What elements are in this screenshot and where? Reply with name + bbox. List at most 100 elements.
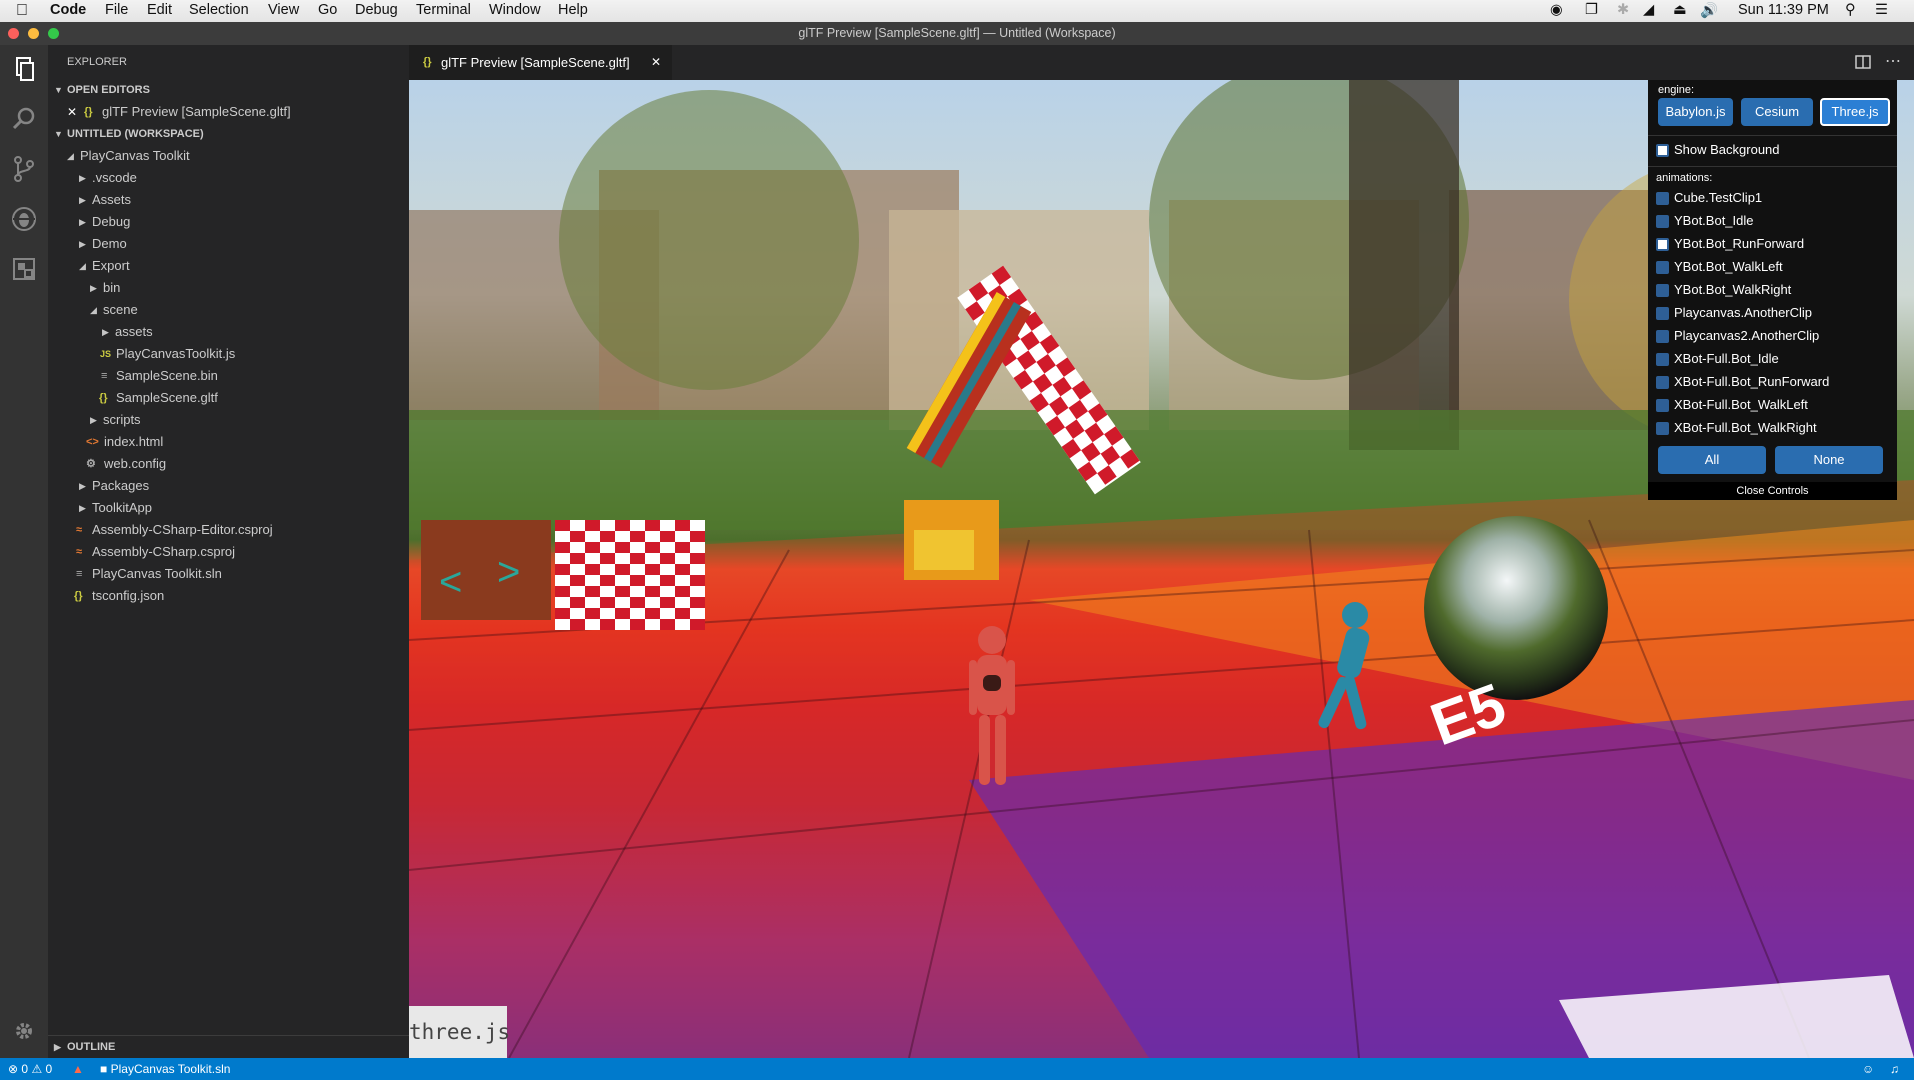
spotlight-icon[interactable]: ⚲ <box>1845 2 1856 18</box>
menu-edit[interactable]: Edit <box>147 2 172 18</box>
zoom-window-button[interactable] <box>48 28 59 39</box>
menu-clock[interactable]: Sun 11:39 PM <box>1738 2 1829 18</box>
chevron-down-icon: ▼ <box>54 129 63 139</box>
tree-folder-scene[interactable]: ◢ scene <box>48 299 409 321</box>
animation-checkbox[interactable] <box>1656 422 1669 435</box>
wifi-icon[interactable]: ◢ <box>1643 2 1654 18</box>
menu-debug[interactable]: Debug <box>355 2 398 18</box>
tree-folder-export[interactable]: ◢ Export <box>48 255 409 277</box>
notification-center-icon[interactable]: ☰ <box>1875 2 1888 18</box>
explorer-title: EXPLORER <box>67 56 127 68</box>
open-editor-item[interactable]: ✕ {} glTF Preview [SampleScene.gltf] <box>48 101 409 123</box>
tree-folder-demo[interactable]: ▶ Demo <box>48 233 409 255</box>
outline-header[interactable]: ▶ OUTLINE <box>48 1035 409 1058</box>
menu-help[interactable]: Help <box>558 2 588 18</box>
tree-label: PlayCanvas Toolkit.sln <box>92 566 222 581</box>
display-icon[interactable]: ❐ <box>1585 2 1598 18</box>
nvidia-icon[interactable]: ◉ <box>1550 2 1563 18</box>
tree-file-web-config[interactable]: ⚙ web.config <box>48 453 409 475</box>
menu-go[interactable]: Go <box>318 2 337 18</box>
flame-icon[interactable]: ▲ <box>72 1058 84 1080</box>
tree-folder-scripts[interactable]: ▶ scripts <box>48 409 409 431</box>
tree-file-samplescene-bin[interactable]: ≡ SampleScene.bin <box>48 365 409 387</box>
show-background-label: Show Background <box>1674 142 1780 157</box>
tree-file-tsconfig-json[interactable]: {} tsconfig.json <box>48 585 409 607</box>
notifications-bell-icon[interactable]: ♫ <box>1890 1058 1899 1080</box>
engine-threejs-button[interactable]: Three.js <box>1820 98 1890 126</box>
explorer-sidebar: EXPLORER ▼ OPEN EDITORS ✕ {} glTF Previe… <box>48 45 409 1058</box>
source-control-icon[interactable] <box>8 153 40 185</box>
search-icon[interactable] <box>8 103 40 135</box>
folder-icon: ■ <box>100 1062 108 1076</box>
errors-status[interactable]: ⊗ 0 ⚠ 0 <box>8 1058 52 1080</box>
tree-file-sln[interactable]: ≡ PlayCanvas Toolkit.sln <box>48 563 409 585</box>
close-icon[interactable]: ✕ <box>67 101 77 123</box>
warning-icon: ⚠ <box>31 1062 43 1076</box>
feedback-smiley-icon[interactable]: ☺ <box>1862 1058 1874 1080</box>
tree-label: bin <box>103 280 121 295</box>
animation-checkbox[interactable] <box>1656 192 1669 205</box>
close-controls-button[interactable]: Close Controls <box>1648 482 1897 500</box>
status-bar: ⊗ 0 ⚠ 0 ▲ ■ PlayCanvas Toolkit.sln ☺ ♫ <box>0 1058 1914 1080</box>
svg-text:<: < <box>439 560 462 604</box>
animation-checkbox[interactable] <box>1656 376 1669 389</box>
html-file-icon: <> <box>86 436 99 448</box>
workspace-header[interactable]: ▼ UNTITLED (WORKSPACE) <box>48 123 409 145</box>
split-editor-icon[interactable] <box>1855 55 1871 69</box>
animation-checkbox[interactable] <box>1656 284 1669 297</box>
select-all-animations-button[interactable]: All <box>1658 446 1766 474</box>
animation-checkbox[interactable] <box>1656 215 1669 228</box>
tree-file-csharp-editor-csproj[interactable]: ≈ Assembly-CSharp-Editor.csproj <box>48 519 409 541</box>
tree-folder-assets-sub[interactable]: ▶ assets <box>48 321 409 343</box>
tree-file-samplescene-gltf[interactable]: {} SampleScene.gltf <box>48 387 409 409</box>
animation-label: XBot-Full.Bot_RunForward <box>1674 374 1830 389</box>
extensions-icon[interactable] <box>8 253 40 285</box>
workspace-label: UNTITLED (WORKSPACE) <box>67 128 204 140</box>
open-editors-header[interactable]: ▼ OPEN EDITORS <box>48 79 409 101</box>
engine-babylon-button[interactable]: Babylon.js <box>1658 98 1733 126</box>
menu-view[interactable]: View <box>268 2 299 18</box>
tree-folder-bin[interactable]: ▶ bin <box>48 277 409 299</box>
explorer-files-icon[interactable] <box>8 53 40 85</box>
menu-file[interactable]: File <box>105 2 128 18</box>
bluetooth-icon[interactable]: ✱ <box>1617 2 1629 18</box>
menu-window[interactable]: Window <box>489 2 541 18</box>
settings-gear-icon[interactable] <box>8 1015 40 1047</box>
menu-selection[interactable]: Selection <box>189 2 249 18</box>
json-file-icon: {} <box>84 106 93 118</box>
tree-file-csharp-csproj[interactable]: ≈ Assembly-CSharp.csproj <box>48 541 409 563</box>
close-tab-icon[interactable]: ✕ <box>651 45 661 80</box>
animation-checkbox[interactable] <box>1656 330 1669 343</box>
volume-icon[interactable]: 🔊 <box>1700 2 1718 19</box>
tree-file-index-html[interactable]: <> index.html <box>48 431 409 453</box>
menu-terminal[interactable]: Terminal <box>416 2 471 18</box>
tree-folder-packages[interactable]: ▶ Packages <box>48 475 409 497</box>
more-actions-icon[interactable]: ⋯ <box>1885 51 1901 71</box>
close-window-button[interactable] <box>8 28 19 39</box>
tree-folder-vscode[interactable]: ▶ .vscode <box>48 167 409 189</box>
animation-checkbox[interactable] <box>1656 353 1669 366</box>
menu-app-name[interactable]: Code <box>50 2 86 18</box>
show-background-checkbox[interactable] <box>1656 144 1669 157</box>
animation-checkbox[interactable] <box>1656 307 1669 320</box>
eject-icon[interactable]: ⏏ <box>1673 2 1687 18</box>
select-none-animations-button[interactable]: None <box>1775 446 1883 474</box>
animation-label: XBot-Full.Bot_Idle <box>1674 351 1779 366</box>
animation-checkbox[interactable] <box>1656 238 1669 251</box>
debug-icon[interactable] <box>8 203 40 235</box>
tab-gltf-preview[interactable]: {} glTF Preview [SampleScene.gltf] ✕ <box>409 45 672 80</box>
tree-folder-debug[interactable]: ▶ Debug <box>48 211 409 233</box>
tree-folder-assets[interactable]: ▶ Assets <box>48 189 409 211</box>
chevron-right-icon: ▶ <box>79 503 86 513</box>
minimize-window-button[interactable] <box>28 28 39 39</box>
rss-file-icon: ≈ <box>76 524 83 536</box>
animation-label: Cube.TestClip1 <box>1674 190 1763 205</box>
tree-folder-playcanvas-toolkit[interactable]: ◢ PlayCanvas Toolkit <box>48 145 409 167</box>
engine-cesium-button[interactable]: Cesium <box>1741 98 1813 126</box>
tree-folder-toolkitapp[interactable]: ▶ ToolkitApp <box>48 497 409 519</box>
animation-checkbox[interactable] <box>1656 399 1669 412</box>
tree-file-playcanvastoolkit-js[interactable]: JS PlayCanvasToolkit.js <box>48 343 409 365</box>
solution-status[interactable]: ■ PlayCanvas Toolkit.sln <box>100 1058 230 1080</box>
apple-icon[interactable]:  <box>16 2 28 20</box>
animation-checkbox[interactable] <box>1656 261 1669 274</box>
